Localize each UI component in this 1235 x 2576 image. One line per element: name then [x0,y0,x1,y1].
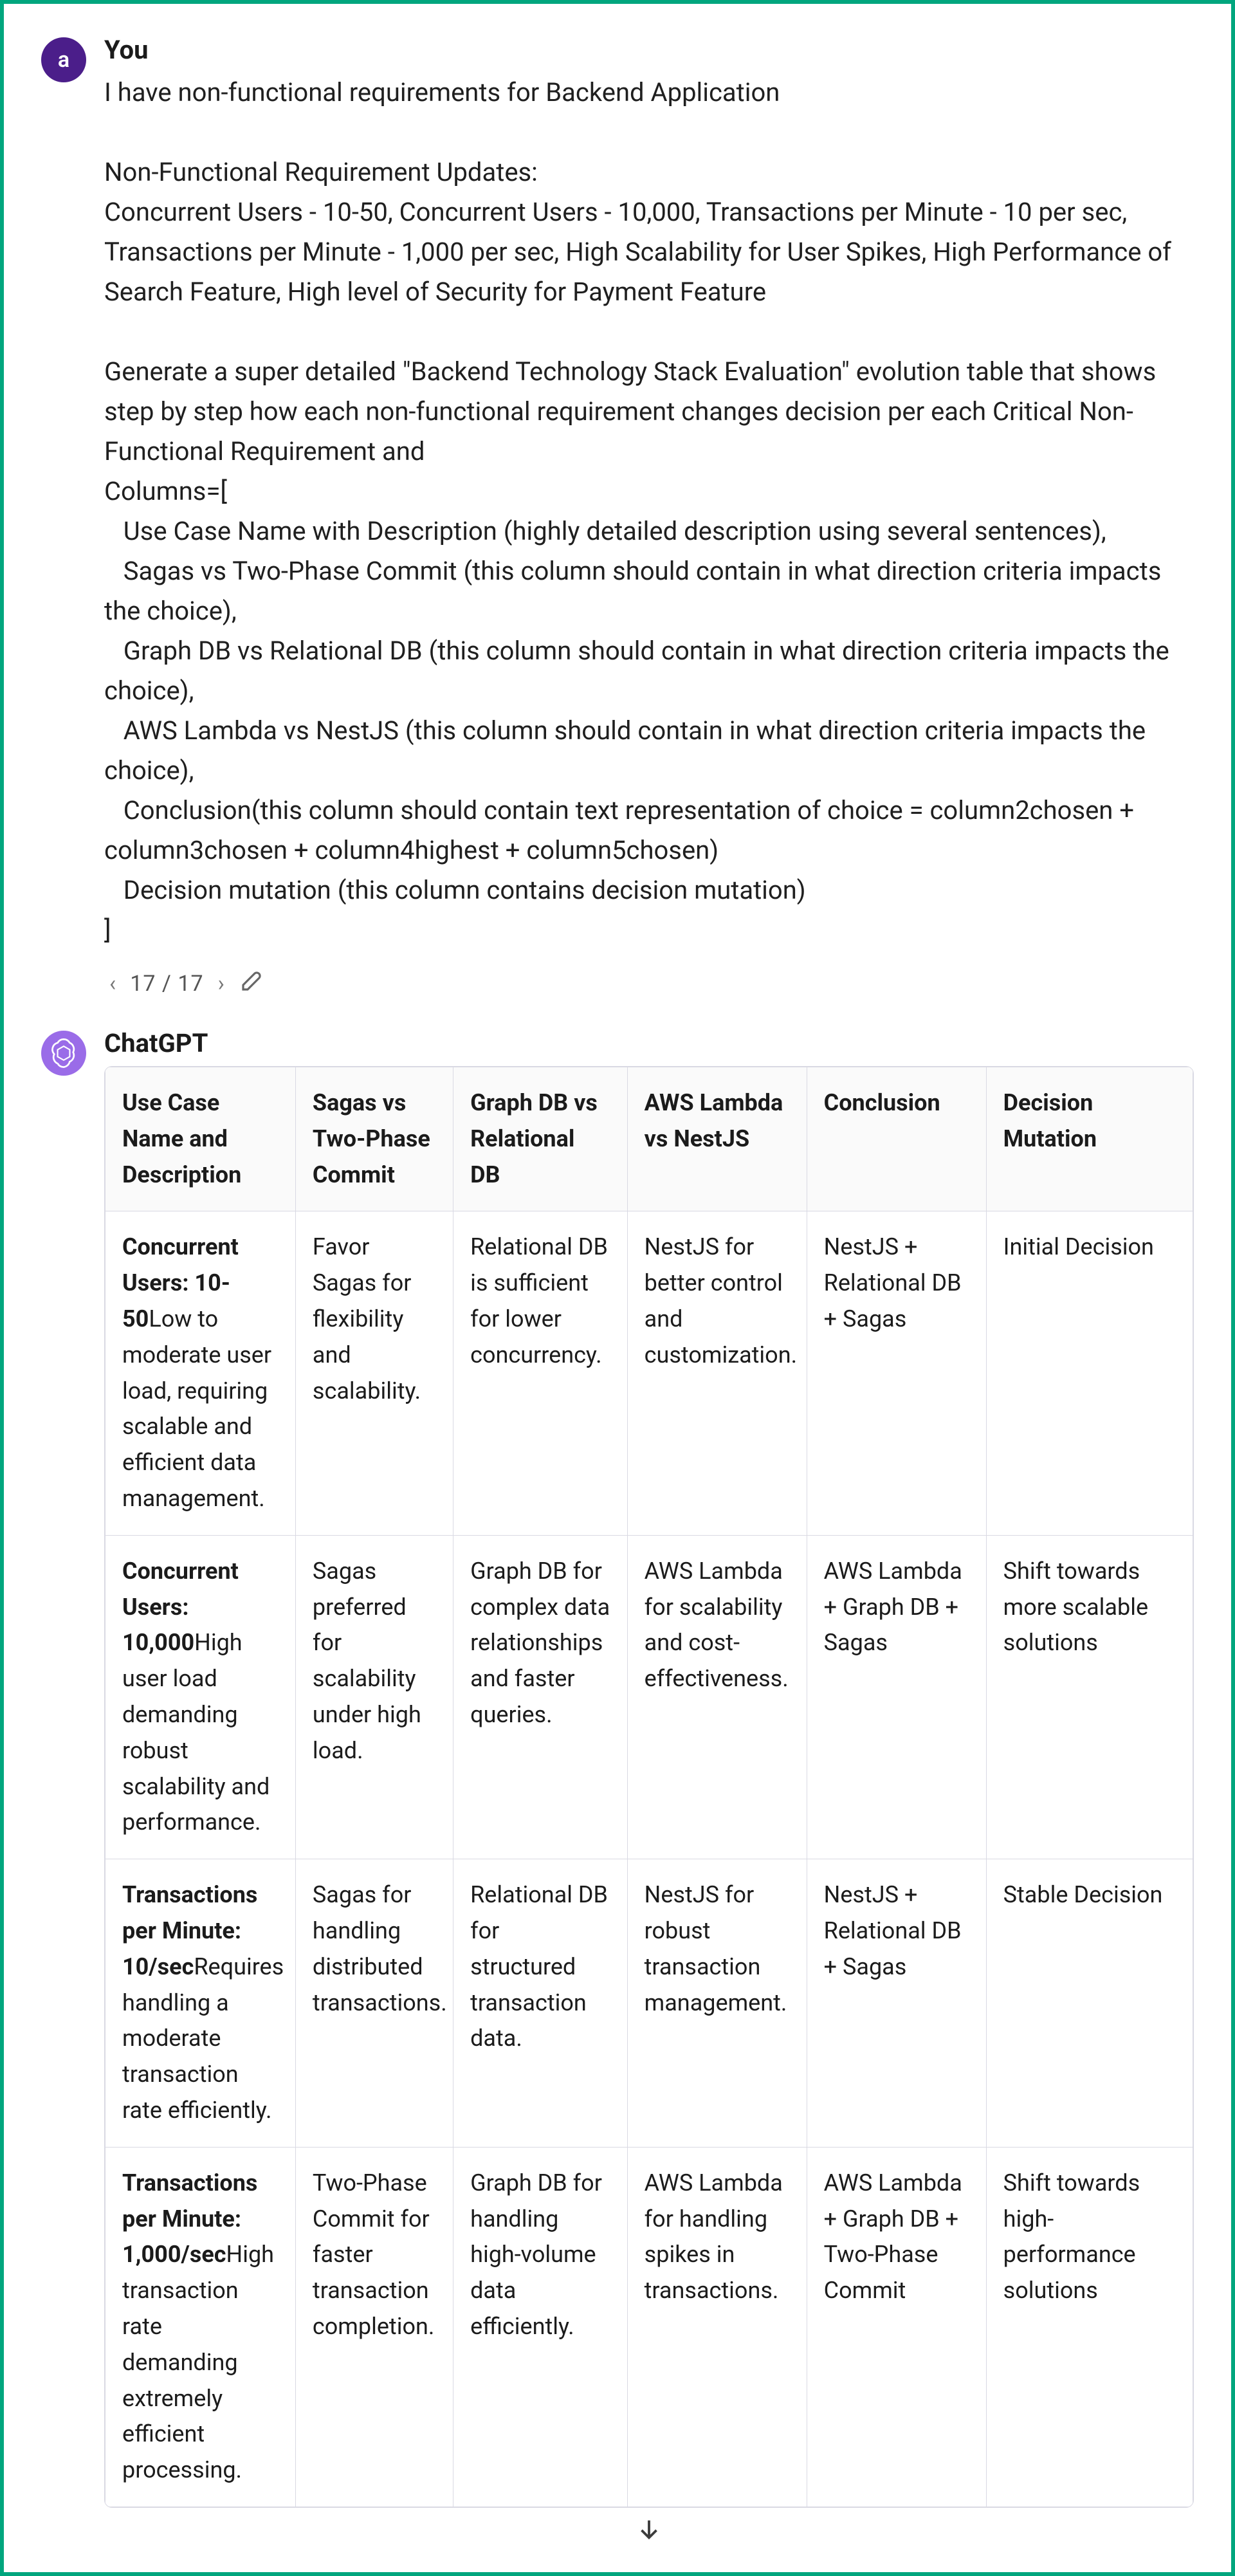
cell-usecase: Concurrent Users: 10,000High user load d… [105,1535,296,1859]
cell-desc: Low to moderate user load, requiring sca… [122,1305,271,1512]
user-avatar-letter: a [58,47,69,73]
cell-mutation: Shift towards high-performance solutions [986,2147,1193,2507]
chat-container: a You I have non-functional requirements… [0,0,1235,2576]
scroll-down-icon[interactable] [634,2514,664,2544]
user-message-text: I have non-functional requirements for B… [104,73,1194,950]
cell-usecase: Transactions per Minute: 1,000/secHigh t… [105,2147,296,2507]
cell-sagas: Sagas for handling distributed transacti… [295,1859,453,2148]
user-avatar: a [41,37,86,82]
cell-graphdb: Graph DB for handling high-volume data e… [453,2147,628,2507]
cell-graphdb: Relational DB for structured transaction… [453,1859,628,2148]
cell-lambda: AWS Lambda for scalability and cost-effe… [627,1535,807,1859]
col-header-usecase: Use Case Name and Description [105,1067,296,1211]
table-row: Concurrent Users: 10,000High user load d… [105,1535,1193,1859]
cell-sagas: Sagas preferred for scalability under hi… [295,1535,453,1859]
cell-conclusion: AWS Lambda + Graph DB + Sagas [807,1535,986,1859]
cell-lambda: NestJS for robust transaction management… [627,1859,807,2148]
evaluation-table-wrap: Use Case Name and Description Sagas vs T… [104,1066,1194,2508]
user-message: a You I have non-functional requirements… [41,35,1194,1000]
cell-usecase: Concurrent Users: 10-50Low to moderate u… [105,1211,296,1535]
edit-icon[interactable] [239,967,266,1000]
col-header-graphdb: Graph DB vs Relational DB [453,1067,628,1211]
col-header-lambda: AWS Lambda vs NestJS [627,1067,807,1211]
cell-mutation: Stable Decision [986,1859,1193,2148]
cell-desc: High transaction rate demanding extremel… [122,2241,274,2483]
table-header-row: Use Case Name and Description Sagas vs T… [105,1067,1193,1211]
cell-conclusion: NestJS + Relational DB + Sagas [807,1859,986,2148]
cell-usecase: Transactions per Minute: 10/secRequires … [105,1859,296,2148]
evaluation-table: Use Case Name and Description Sagas vs T… [105,1067,1193,2507]
cell-mutation: Initial Decision [986,1211,1193,1535]
cell-lambda: NestJS for better control and customizat… [627,1211,807,1535]
cell-sagas: Two-Phase Commit for faster transaction … [295,2147,453,2507]
col-header-mutation: Decision Mutation [986,1067,1193,1211]
table-row: Transactions per Minute: 1,000/secHigh t… [105,2147,1193,2507]
pager-count: 17 / 17 [130,971,203,997]
col-header-sagas: Sagas vs Two-Phase Commit [295,1067,453,1211]
pager-next-button[interactable]: › [218,971,224,997]
cell-mutation: Shift towards more scalable solutions [986,1535,1193,1859]
cell-graphdb: Graph DB for complex data relationships … [453,1535,628,1859]
cell-lambda: AWS Lambda for handling spikes in transa… [627,2147,807,2507]
message-pager: ‹ 17 / 17 › [109,967,1194,1000]
pager-prev-button[interactable]: ‹ [109,971,116,997]
cell-conclusion: NestJS + Relational DB + Sagas [807,1211,986,1535]
user-name-label: You [104,35,1194,65]
table-row: Concurrent Users: 10-50Low to moderate u… [105,1211,1193,1535]
cell-sagas: Favor Sagas for flexibility and scalabil… [295,1211,453,1535]
cell-desc: High user load demanding robust scalabil… [122,1629,270,1835]
col-header-conclusion: Conclusion [807,1067,986,1211]
assistant-message: ChatGPT Use Case Name and Description Sa… [41,1028,1194,2544]
user-content: You I have non-functional requirements f… [104,35,1194,1000]
assistant-content: ChatGPT Use Case Name and Description Sa… [104,1028,1194,2544]
table-row: Transactions per Minute: 10/secRequires … [105,1859,1193,2148]
assistant-name-label: ChatGPT [104,1028,1194,1058]
openai-icon [46,1036,81,1071]
assistant-avatar [41,1031,86,1076]
cell-conclusion: AWS Lambda + Graph DB + Two-Phase Commit [807,2147,986,2507]
cell-graphdb: Relational DB is sufficient for lower co… [453,1211,628,1535]
